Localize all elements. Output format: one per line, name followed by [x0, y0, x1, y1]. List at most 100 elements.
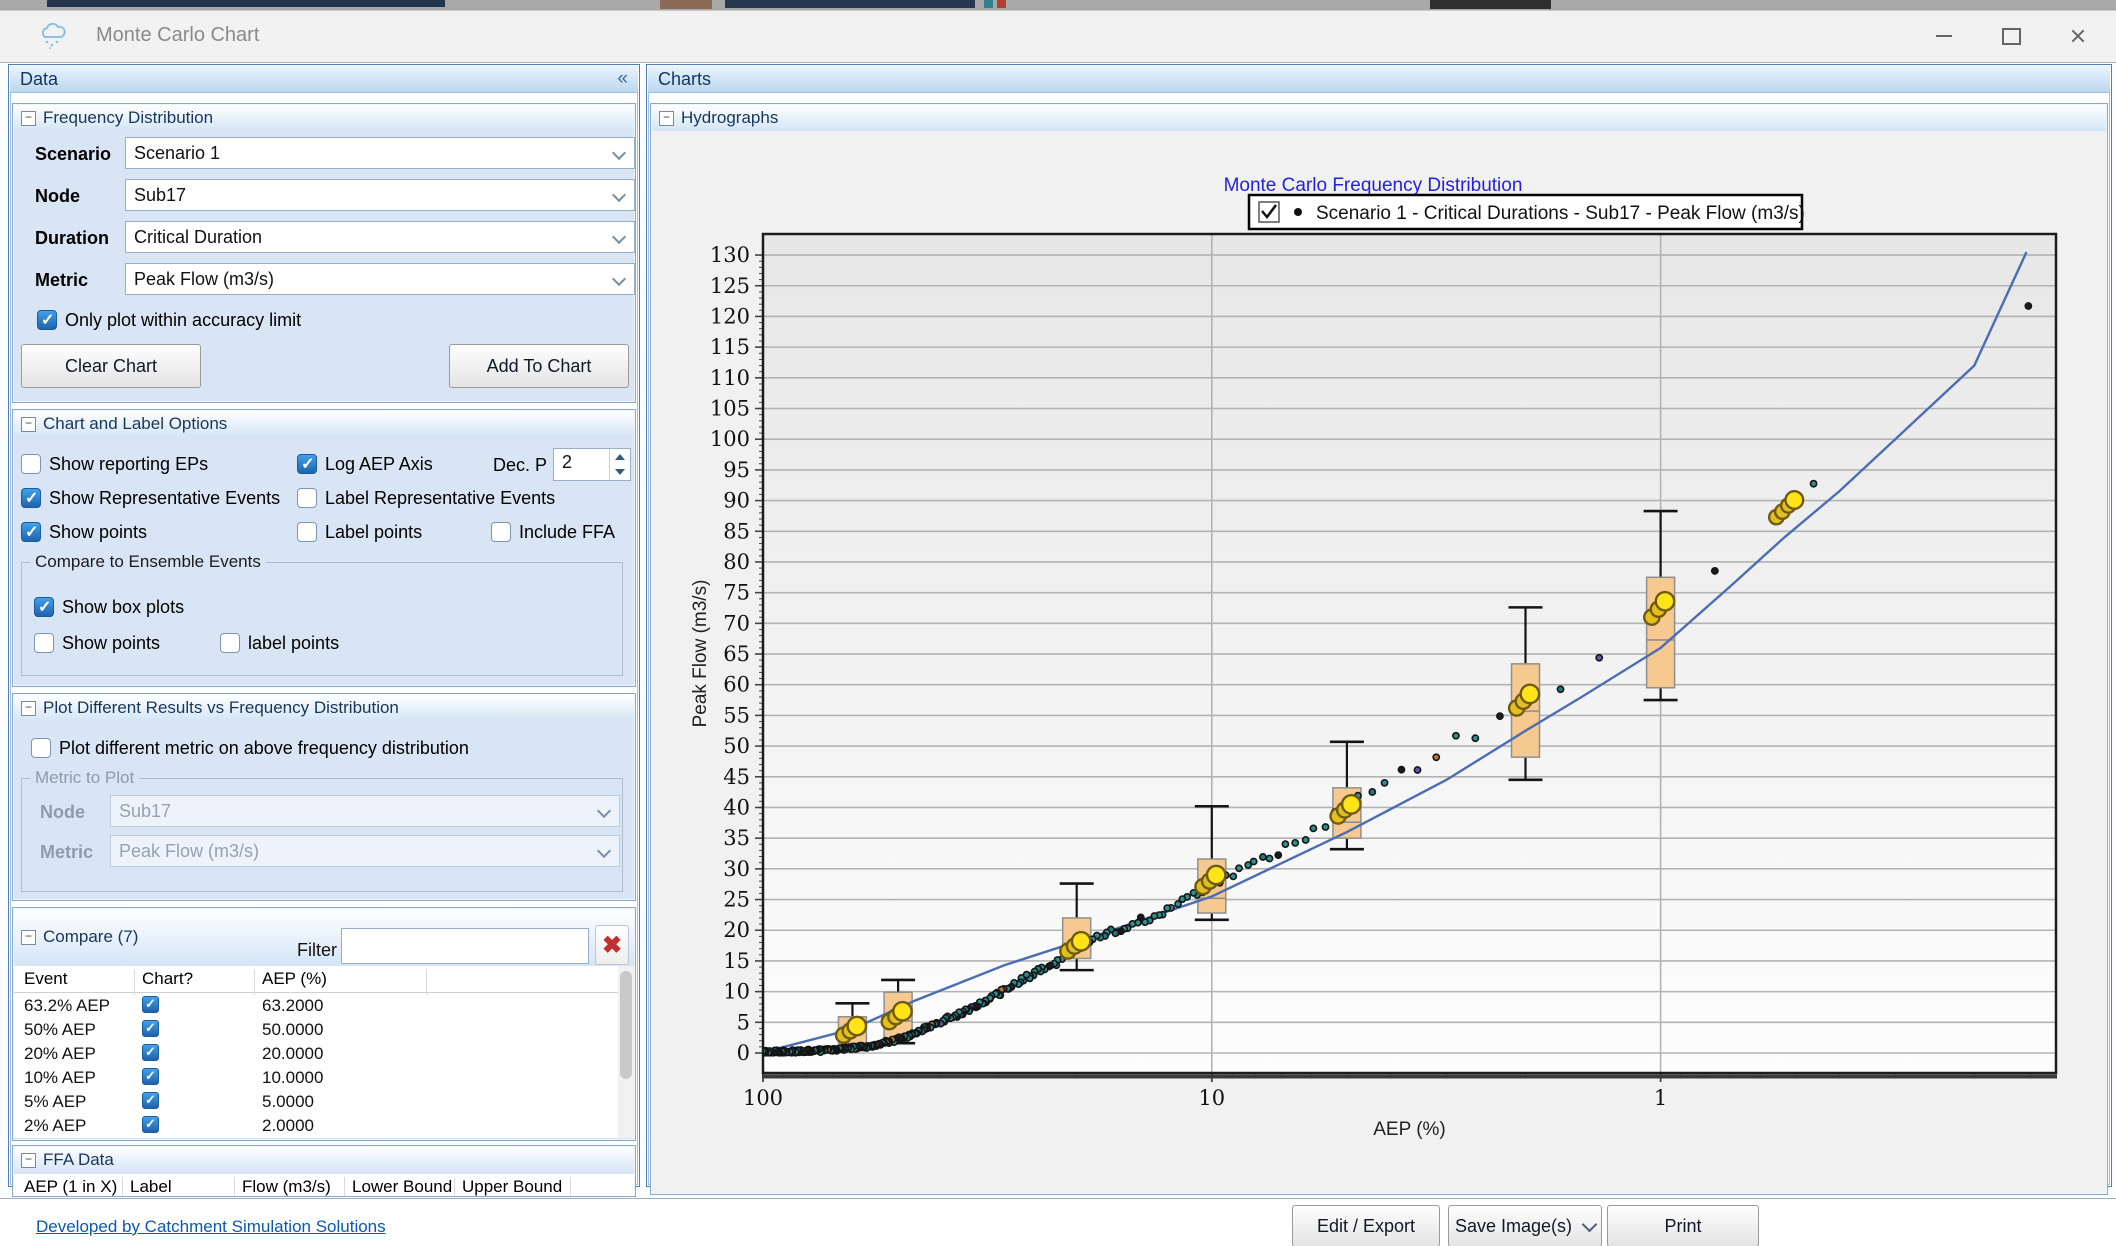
- show-representative-events-checkbox[interactable]: [21, 488, 41, 508]
- developer-link[interactable]: Developed by Catchment Simulation Soluti…: [36, 1217, 386, 1237]
- collapse-panel-icon[interactable]: «: [617, 68, 628, 90]
- close-icon: [2070, 28, 2086, 44]
- label-points-checkbox[interactable]: [297, 522, 317, 542]
- print-button[interactable]: Print: [1607, 1205, 1759, 1246]
- column-header[interactable]: Label: [130, 1177, 172, 1197]
- label-representative-events-checkbox[interactable]: [297, 488, 317, 508]
- svg-text:70: 70: [723, 611, 750, 635]
- svg-text:30: 30: [723, 857, 750, 881]
- column-header[interactable]: AEP (1 in X): [24, 1177, 117, 1197]
- svg-text:10: 10: [723, 980, 750, 1004]
- show-box-plots-checkbox[interactable]: [34, 597, 54, 617]
- event-cell: 50% AEP: [24, 1020, 96, 1040]
- clear-filter-button[interactable]: ✖: [595, 925, 629, 965]
- ffa-data-header[interactable]: − FFA Data: [14, 1147, 634, 1173]
- chart-checkbox[interactable]: [142, 1092, 159, 1109]
- compare-section: − Compare (7) Filter ✖ Event Chart? AEP …: [12, 907, 636, 1141]
- footer-bar: Developed by Catchment Simulation Soluti…: [0, 1198, 2116, 1246]
- plot-different-header[interactable]: − Plot Different Results vs Frequency Di…: [14, 695, 634, 721]
- show-points-row: Show points: [21, 520, 147, 544]
- spin-up-button[interactable]: [610, 449, 630, 465]
- compare-table-header: Event Chart? AEP (%): [14, 966, 634, 993]
- edit-export-button[interactable]: Edit / Export: [1292, 1205, 1440, 1246]
- save-images-button[interactable]: Save Image(s): [1448, 1205, 1602, 1246]
- clear-chart-button[interactable]: Clear Chart: [21, 344, 201, 388]
- chart-label-options-header[interactable]: − Chart and Label Options: [14, 411, 634, 437]
- duration-value: Critical Duration: [134, 227, 262, 248]
- column-header-event[interactable]: Event: [24, 969, 67, 989]
- ensemble-show-points-row: Show points: [34, 631, 160, 655]
- plot-metric-label: Metric: [40, 842, 93, 863]
- spin-down-button[interactable]: [610, 465, 630, 481]
- table-row: 50% AEP50.0000: [14, 1018, 634, 1042]
- chart-checkbox[interactable]: [142, 1044, 159, 1061]
- column-header[interactable]: Flow (m3/s): [242, 1177, 331, 1197]
- chart-checkbox[interactable]: [142, 1020, 159, 1037]
- chevron-down-icon: [1582, 1216, 1598, 1232]
- ensemble-label-points-checkbox[interactable]: [220, 633, 240, 653]
- ensemble-label-points-row: label points: [220, 631, 339, 655]
- hydrographs-header[interactable]: − Hydrographs: [652, 105, 2106, 131]
- metric-to-plot-groupbox: Metric to Plot Node Sub17 Metric Peak Fl…: [21, 778, 623, 892]
- column-header-chart[interactable]: Chart?: [142, 969, 193, 989]
- monte-carlo-chart-window: Monte Carlo Chart Data « − Frequency Dis…: [0, 10, 2116, 1246]
- chart-checkbox[interactable]: [142, 1068, 159, 1085]
- metric-value: Peak Flow (m3/s): [134, 269, 274, 290]
- chevron-down-icon: [607, 183, 631, 207]
- table-row: 5% AEP5.0000: [14, 1090, 634, 1114]
- scenario-select[interactable]: Scenario 1: [125, 137, 635, 169]
- include-ffa-checkbox[interactable]: [491, 522, 511, 542]
- ensemble-show-points-checkbox[interactable]: [34, 633, 54, 653]
- y-axis-title: Peak Flow (m3/s): [690, 580, 711, 728]
- show-reporting-eps-checkbox[interactable]: [21, 454, 41, 474]
- svg-text:10: 10: [1198, 1086, 1225, 1110]
- svg-text:85: 85: [723, 519, 750, 543]
- chart-label-options-section: − Chart and Label Options Show reporting…: [12, 409, 636, 687]
- minimize-icon: [1936, 35, 1952, 37]
- chart-checkbox[interactable]: [142, 996, 159, 1013]
- scrollbar-thumb[interactable]: [620, 971, 632, 1079]
- event-cell: 10% AEP: [24, 1068, 96, 1088]
- maximize-button[interactable]: [1988, 19, 2034, 53]
- node-select[interactable]: Sub17: [125, 179, 635, 211]
- close-button[interactable]: [2055, 19, 2101, 53]
- frequency-distribution-header[interactable]: − Frequency Distribution: [14, 105, 634, 131]
- ffa-table: AEP (1 in X) Label Flow (m3/s) Lower Bou…: [14, 1174, 634, 1196]
- dec-p-spinner[interactable]: 2: [553, 448, 631, 481]
- aep-cell: 63.2000: [262, 996, 323, 1016]
- log-aep-axis-checkbox[interactable]: [297, 454, 317, 474]
- minimize-button[interactable]: [1921, 19, 1967, 53]
- plot-different-metric-checkbox[interactable]: [31, 738, 51, 758]
- frequency-distribution-section: − Frequency Distribution Scenario Scenar…: [12, 103, 636, 403]
- show-points-checkbox[interactable]: [21, 522, 41, 542]
- node-label: Node: [35, 186, 80, 207]
- metric-select[interactable]: Peak Flow (m3/s): [125, 263, 635, 295]
- column-header-aep[interactable]: AEP (%): [262, 969, 327, 989]
- svg-text:130: 130: [710, 243, 750, 267]
- column-header[interactable]: Lower Bound: [352, 1177, 452, 1197]
- legend-marker-dot: [1294, 208, 1302, 216]
- add-to-chart-button[interactable]: Add To Chart: [449, 344, 629, 388]
- event-cell: 5% AEP: [24, 1092, 86, 1112]
- column-header[interactable]: Upper Bound: [462, 1177, 562, 1197]
- only-plot-checkbox[interactable]: [37, 310, 57, 330]
- chart-checkbox[interactable]: [142, 1116, 159, 1133]
- plot-different-section: − Plot Different Results vs Frequency Di…: [12, 693, 636, 901]
- compare-scrollbar[interactable]: [618, 966, 634, 1138]
- plot-node-select[interactable]: Sub17: [110, 795, 620, 827]
- ffa-table-header: AEP (1 in X) Label Flow (m3/s) Lower Bou…: [14, 1174, 634, 1197]
- aep-cell: 2.0000: [262, 1116, 314, 1136]
- svg-text:75: 75: [723, 581, 750, 605]
- scenario-value: Scenario 1: [134, 143, 220, 164]
- duration-select[interactable]: Critical Duration: [125, 221, 635, 253]
- svg-text:35: 35: [723, 826, 750, 850]
- svg-text:1: 1: [1654, 1086, 1667, 1110]
- svg-text:105: 105: [710, 397, 750, 421]
- only-plot-label: Only plot within accuracy limit: [65, 310, 301, 331]
- spinner-buttons: [609, 449, 630, 480]
- window-title: Monte Carlo Chart: [96, 24, 259, 47]
- plot-metric-select[interactable]: Peak Flow (m3/s): [110, 835, 620, 867]
- ensemble-show-box-plots-row: Show box plots: [34, 595, 184, 619]
- filter-input[interactable]: [341, 928, 589, 964]
- plot-metric-value: Peak Flow (m3/s): [119, 841, 259, 862]
